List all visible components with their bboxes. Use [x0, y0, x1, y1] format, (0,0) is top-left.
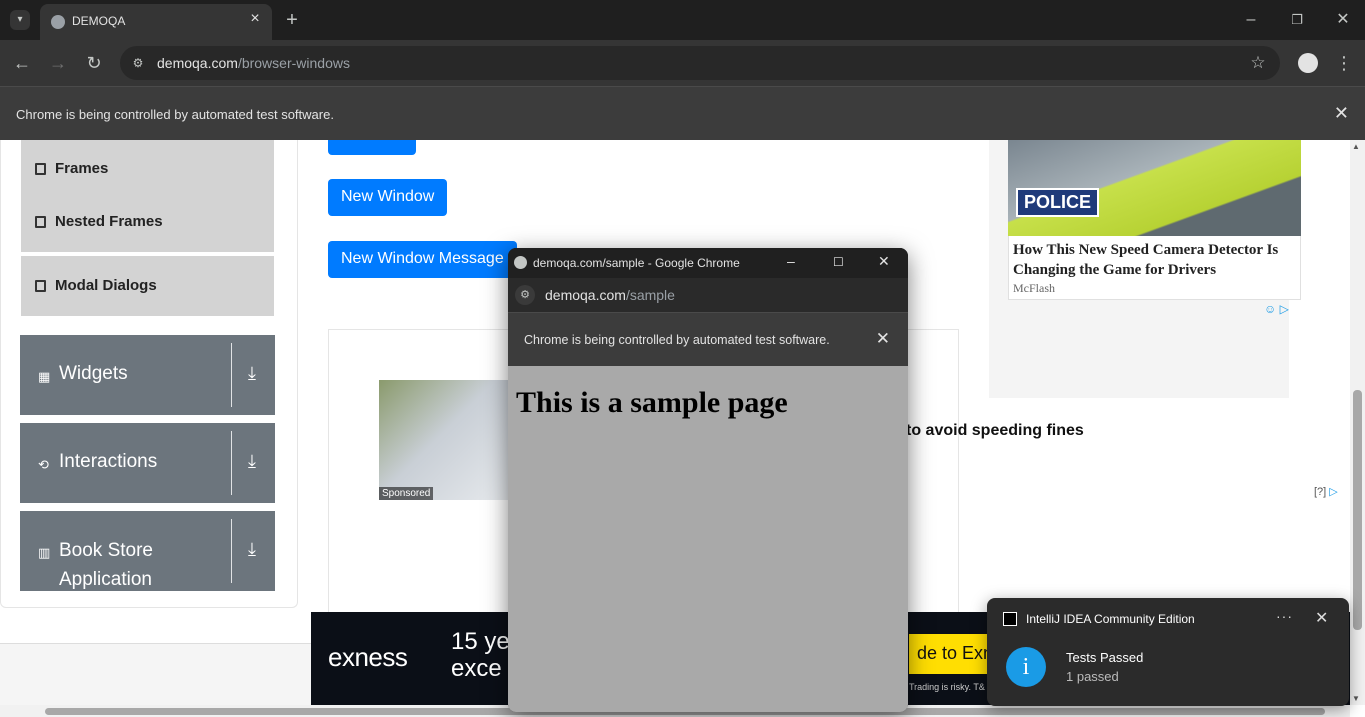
tab-title: DEMOQA	[72, 14, 126, 28]
news-ad-headline: How This New Speed Camera Detector Is Ch…	[1013, 242, 1279, 278]
news-ad-card[interactable]: How This New Speed Camera Detector Is Ch…	[1008, 236, 1301, 300]
ad-info-label: [?]	[1314, 486, 1327, 498]
download-arrow-icon[interactable]: ⤓	[248, 363, 256, 384]
sponsored-label: Sponsored	[379, 487, 434, 500]
close-window-button[interactable]: ✕	[878, 253, 890, 270]
interactions-icon: ⟲	[38, 457, 49, 472]
group-label: Book Store Application	[59, 536, 153, 594]
html5-icon	[35, 280, 46, 292]
sidebar-item-label: Frames	[55, 160, 109, 177]
close-window-button[interactable]: ✕	[1333, 10, 1353, 30]
ad-tagline-line2: exce	[451, 655, 502, 682]
notification-title: Tests Passed	[1066, 650, 1144, 665]
books-icon: ▥	[38, 545, 51, 560]
group-label: Widgets	[59, 363, 128, 384]
site-info-icon[interactable]: ⚙	[515, 285, 535, 305]
ad-risk-disclaimer: Trading is risky. T&	[909, 682, 985, 692]
infobar-message: Chrome is being controlled by automated …	[16, 107, 334, 122]
automation-infobar: Chrome is being controlled by automated …	[0, 86, 1365, 140]
sidebar: Frames Nested Frames Modal Dialogs ▦ Wid…	[0, 140, 298, 608]
bookmark-star-icon[interactable]: ☆	[1248, 53, 1268, 73]
forward-button[interactable]: →	[48, 53, 68, 73]
ad-image[interactable]: Sponsored	[379, 380, 519, 500]
sidebar-item-nested-frames[interactable]: Nested Frames	[21, 192, 274, 254]
sample-heading: This is a sample page	[516, 386, 788, 419]
intellij-icon	[1003, 612, 1017, 626]
sidebar-item-label: Nested Frames	[55, 213, 163, 230]
news-ad-image[interactable]: POLICE	[1008, 140, 1301, 236]
scrollbar-thumb[interactable]	[1353, 390, 1362, 630]
sidebar-item-label: Modal Dialogs	[55, 277, 157, 294]
scroll-down-arrow-icon[interactable]: ▼	[1352, 694, 1360, 703]
info-icon: i	[1006, 647, 1046, 687]
minimize-window-button[interactable]: –	[1241, 10, 1261, 30]
popup-automation-infobar: Chrome is being controlled by automated …	[508, 312, 908, 366]
group-label: Interactions	[59, 451, 158, 472]
adchoices-icon: ▷	[1329, 486, 1338, 498]
toolbar: ← → ↻ ⚙ demoqa.com/browser-windows ☆ ⋮	[0, 40, 1365, 86]
close-infobar-icon[interactable]: ✕	[1334, 103, 1349, 124]
ad-brand: exness	[328, 642, 408, 672]
tab-search-button[interactable]: ▾	[10, 10, 30, 30]
divider	[231, 519, 232, 583]
more-options-icon[interactable]: ···	[1276, 608, 1293, 624]
sidebar-group-interactions[interactable]: ⟲ Interactions ⤓	[20, 423, 275, 503]
sidebar-group-widgets[interactable]: ▦ Widgets ⤓	[20, 335, 275, 415]
popup-browser-window[interactable]: demoqa.com/sample - Google Chrome – ☐ ✕ …	[508, 248, 908, 712]
sidebar-group-book-store[interactable]: ▥ Book Store Application ⤓	[20, 511, 275, 591]
menu-kebab-icon[interactable]: ⋮	[1334, 53, 1354, 73]
popup-address-bar[interactable]: ⚙ demoqa.com/sample	[508, 278, 908, 312]
ad-info-link[interactable]: [?] ▷	[1314, 485, 1338, 498]
profile-avatar[interactable]	[1298, 53, 1318, 73]
infobar-message: Chrome is being controlled by automated …	[524, 333, 830, 347]
ad-tagline: 15 ye exce	[451, 628, 510, 682]
new-window-message-button[interactable]: New Window Message	[328, 241, 517, 278]
site-info-icon[interactable]: ⚙	[128, 53, 148, 73]
maximize-window-button[interactable]: ☐	[833, 255, 844, 269]
divider	[231, 343, 232, 407]
notification-body: 1 passed	[1066, 669, 1119, 684]
back-button[interactable]: ←	[12, 53, 32, 73]
close-infobar-icon[interactable]: ✕	[876, 329, 890, 349]
address-bar[interactable]: ⚙ demoqa.com/browser-windows ☆	[120, 46, 1280, 80]
url-path: /sample	[625, 287, 675, 303]
popup-titlebar[interactable]: demoqa.com/sample - Google Chrome – ☐ ✕	[508, 248, 908, 278]
minimize-window-button[interactable]: –	[787, 253, 795, 269]
group-label-line2: Application	[59, 569, 152, 590]
html5-icon	[35, 216, 46, 228]
new-tab-button[interactable]: New Tab	[328, 140, 416, 155]
url-host: demoqa.com	[545, 287, 626, 303]
ad-headline[interactable]: to avoid speeding fines	[906, 422, 1084, 440]
ad-tagline-line1: 15 ye	[451, 628, 510, 655]
widgets-icon: ▦	[38, 369, 51, 384]
divider	[231, 431, 232, 495]
footer-strip	[0, 643, 311, 705]
restore-window-button[interactable]: ❐	[1287, 10, 1307, 30]
sidebar-item-modal-dialogs[interactable]: Modal Dialogs	[21, 256, 274, 318]
police-sign: POLICE	[1016, 188, 1100, 217]
reload-button[interactable]: ↻	[84, 53, 104, 73]
close-notification-icon[interactable]: ✕	[1315, 608, 1328, 628]
globe-icon	[51, 15, 65, 29]
new-window-button[interactable]: New Window	[328, 179, 448, 216]
globe-icon	[514, 256, 527, 269]
tab-strip: ▾ DEMOQA × + – ❐ ✕	[0, 0, 1365, 40]
windows-notification-toast[interactable]: IntelliJ IDEA Community Edition ··· ✕ i …	[987, 598, 1349, 706]
group-label-line1: Book Store	[59, 540, 153, 561]
scroll-up-arrow-icon[interactable]: ▲	[1352, 142, 1360, 151]
notification-app-name: IntelliJ IDEA Community Edition	[1026, 612, 1195, 626]
url-path: /browser-windows	[237, 55, 350, 71]
tab-demoqa[interactable]: DEMOQA ×	[40, 4, 272, 40]
adchoices-icon[interactable]: ☺ ▷	[1264, 302, 1289, 316]
download-arrow-icon[interactable]: ⤓	[248, 451, 256, 472]
popup-window-title: demoqa.com/sample - Google Chrome	[533, 256, 740, 270]
new-tab-button[interactable]: +	[282, 10, 302, 30]
url-host: demoqa.com	[157, 55, 238, 71]
popup-page-content: This is a sample page	[508, 366, 908, 712]
vertical-scrollbar[interactable]: ▲ ▼	[1350, 140, 1365, 705]
news-ad-source: McFlash	[1013, 281, 1055, 295]
close-tab-icon[interactable]: ×	[246, 10, 264, 28]
html5-icon	[35, 163, 46, 175]
download-arrow-icon[interactable]: ⤓	[248, 539, 256, 560]
